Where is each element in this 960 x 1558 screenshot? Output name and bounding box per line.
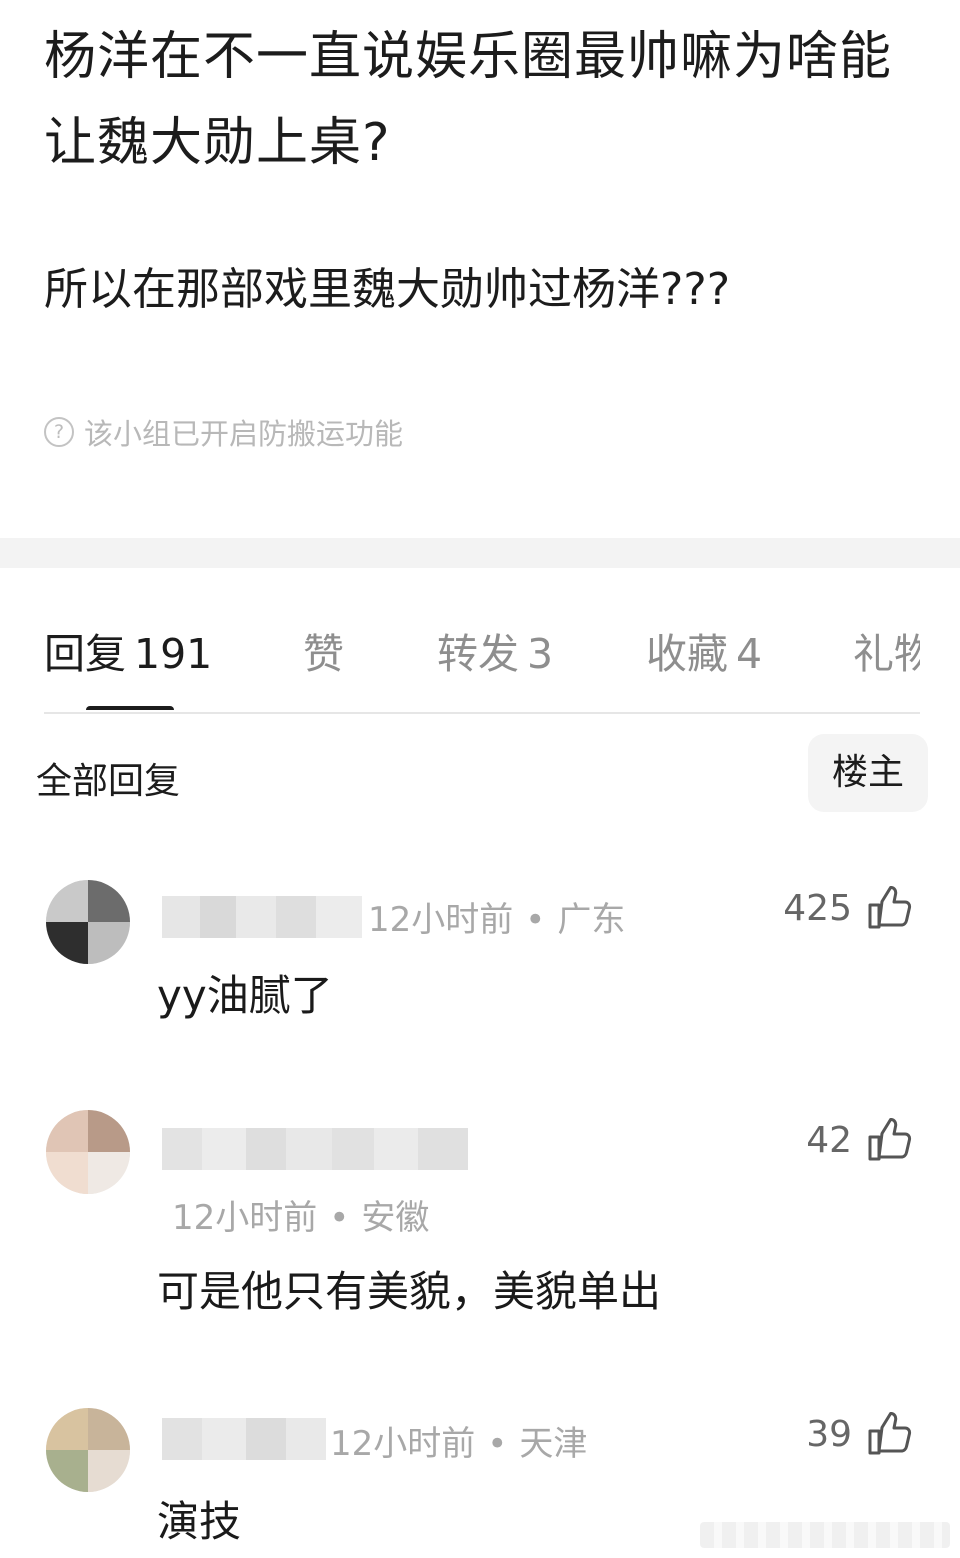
comment-location: 天津 (519, 1424, 588, 1464)
tab-count: 3 (527, 630, 554, 678)
avatar[interactable] (46, 880, 130, 964)
username-blurred[interactable] (162, 896, 362, 938)
thumbs-up-icon (868, 1412, 912, 1455)
avatar[interactable] (46, 1408, 130, 1492)
tab-label: 礼物 (853, 630, 920, 678)
like-count: 39 (806, 1413, 852, 1455)
all-replies-heading: 全部回复 (36, 761, 181, 802)
anti-repost-notice: ? 该小组已开启防搬运功能 (44, 410, 403, 454)
notice-text: 该小组已开启防搬运功能 (84, 417, 404, 451)
tab-bar-border (44, 712, 920, 714)
comment-text: yy油腻了 (157, 971, 333, 1020)
tab-reposts[interactable]: 转发 3 (437, 620, 553, 680)
post-title: 杨洋在不一直说娱乐圈最帅嘛为啥能让魏大勋上桌? (44, 27, 893, 173)
tab-label: 回复 (44, 630, 126, 678)
tab-gifts[interactable]: 礼物 (853, 620, 920, 680)
like-button[interactable]: 425 (783, 884, 914, 932)
post-content: 杨洋在不一直说娱乐圈最帅嘛为啥能让魏大勋上桌? 所以在那部戏里魏大勋帅过杨洋??… (0, 0, 960, 538)
comment-text: 可是他只有美貌，美貌单出 (157, 1267, 662, 1316)
username-blurred[interactable] (162, 1128, 468, 1170)
tab-count: 4 (736, 630, 763, 678)
tab-bar: 回复 191 赞 转发 3 收藏 4 礼物 (0, 600, 920, 710)
question-circle-icon: ? (44, 417, 74, 447)
tab-label: 收藏 (646, 630, 728, 678)
tab-label: 转发 (437, 630, 519, 678)
watermark (700, 1522, 950, 1548)
like-count: 425 (783, 887, 852, 929)
avatar[interactable] (46, 1110, 130, 1194)
comment-meta: 12小时前 • 广东 (368, 900, 626, 940)
thumbs-up-icon (868, 886, 912, 929)
like-button[interactable]: 39 (806, 1410, 914, 1458)
comment-location: 安徽 (361, 1198, 430, 1238)
comment-time: 12小时前 (172, 1198, 318, 1238)
comment-meta: 12小时前 • 天津 (330, 1424, 588, 1464)
op-only-filter-button[interactable]: 楼主 (808, 734, 928, 812)
comment-location: 广东 (557, 900, 626, 940)
tab-count: 191 (134, 630, 213, 678)
thumbs-up-icon (868, 1118, 912, 1161)
tab-favorites[interactable]: 收藏 4 (646, 620, 762, 680)
tab-label: 赞 (303, 630, 344, 678)
comment-item: 12小时前 • 广东 425 yy油腻了 (0, 860, 960, 1060)
post-body: 所以在那部戏里魏大勋帅过杨洋??? (44, 264, 731, 315)
comment-time: 12小时前 (330, 1424, 476, 1464)
comment-text: 演技 (157, 1497, 242, 1546)
like-button[interactable]: 42 (806, 1116, 914, 1164)
active-tab-indicator (86, 706, 174, 710)
comment-time: 12小时前 (368, 900, 514, 940)
tab-replies[interactable]: 回复 191 (44, 620, 212, 680)
like-count: 42 (806, 1119, 852, 1161)
section-divider (0, 538, 960, 568)
tab-likes[interactable]: 赞 (303, 620, 344, 680)
comment-meta: 12小时前 • 安徽 (172, 1198, 430, 1238)
comment-item: 12小时前 • 安徽 42 可是他只有美貌，美貌单出 (0, 1090, 960, 1340)
username-blurred[interactable] (162, 1418, 326, 1460)
